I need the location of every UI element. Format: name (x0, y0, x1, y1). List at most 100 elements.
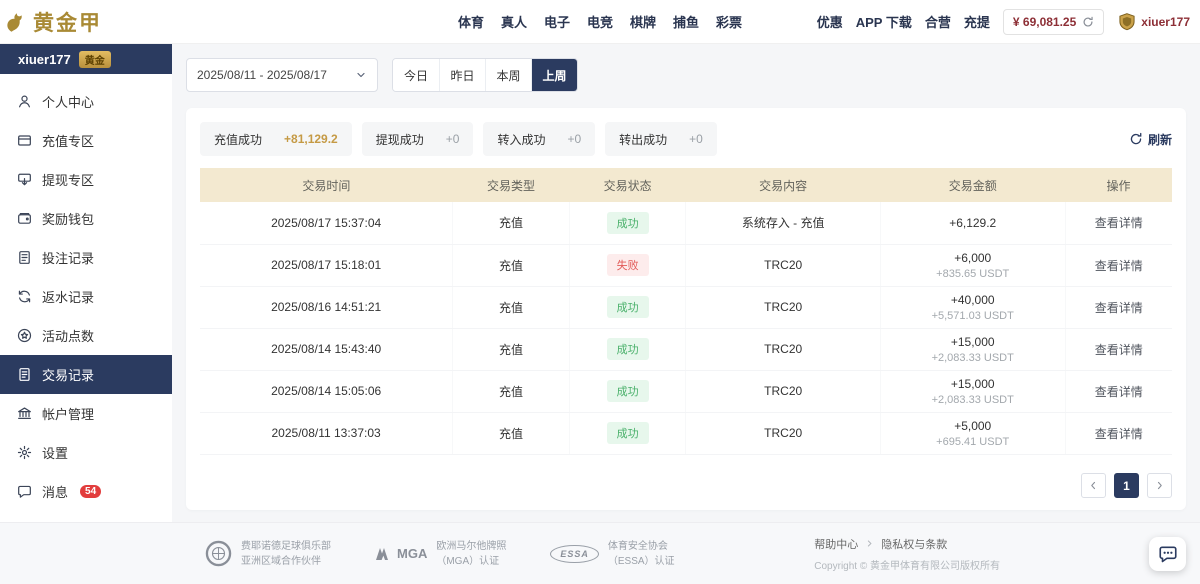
page-number-button[interactable]: 1 (1114, 473, 1139, 498)
view-details-link[interactable]: 查看详情 (1095, 259, 1143, 273)
partner-essa: ESSA 体育安全协会 （ESSA）认证 (550, 539, 674, 569)
action-cell: 查看详情 (1065, 370, 1172, 412)
sidebar-item-messages[interactable]: 消息 54 (0, 472, 172, 511)
vip-shield-icon (1117, 12, 1137, 32)
header-links: 优惠 APP 下载合营充提 (817, 12, 990, 31)
view-details-link[interactable]: 查看详情 (1095, 385, 1143, 399)
sidebar-item-label: 返水记录 (42, 287, 94, 306)
header-right: 优惠 APP 下载合营充提 ¥ 69,081.25 xiuer177 (817, 9, 1190, 35)
transactions-table: 交易时间交易类型交易状态交易内容交易金额操作 2025/08/17 15:37:… (200, 168, 1172, 455)
tab-last-week[interactable]: 上周 (531, 59, 577, 91)
transaction-status-cell: 成功 (569, 370, 686, 412)
sidebar-item-settings[interactable]: 设置 (0, 433, 172, 472)
column-header: 交易内容 (686, 168, 880, 202)
view-details-link[interactable]: 查看详情 (1095, 301, 1143, 315)
sidebar: xiuer177 黄金 个人中心充值专区提现专区奖励钱包投注记录返水记录活动点数… (0, 44, 172, 522)
rebate-icon (17, 289, 32, 304)
user-chip[interactable]: xiuer177 (1117, 12, 1190, 32)
chat-fab[interactable] (1149, 537, 1186, 571)
transaction-time: 2025/08/17 15:37:04 (200, 202, 453, 244)
tab-today[interactable]: 今日 (393, 59, 439, 91)
amount-primary: +15,000 (885, 335, 1061, 349)
refresh-icon (1129, 132, 1143, 146)
sidebar-item-deposit[interactable]: 充值专区 (0, 121, 172, 160)
balance-chip[interactable]: ¥ 69,081.25 (1003, 9, 1104, 35)
transaction-time: 2025/08/14 15:05:06 (200, 370, 453, 412)
nav-slots[interactable]: 电子 (544, 12, 570, 31)
sidebar-menu: 个人中心充值专区提现专区奖励钱包投注记录返水记录活动点数交易记录帐户管理设置消息… (0, 74, 172, 522)
view-details-link[interactable]: 查看详情 (1095, 427, 1143, 441)
summary-chip-label: 转出成功 (619, 131, 667, 148)
transaction-type: 充值 (453, 370, 570, 412)
sidebar-item-label: 设置 (42, 443, 68, 462)
unread-count-badge: 54 (80, 485, 101, 498)
transaction-content: TRC20 (686, 370, 880, 412)
transaction-status-cell: 失败 (569, 244, 686, 286)
summary-chips: 充值成功+81,129.2提现成功+0转入成功+0转出成功+0 (200, 122, 717, 156)
sidebar-item-activity-points[interactable]: 活动点数 (0, 316, 172, 355)
header-link-partnership[interactable]: 合营 (925, 12, 951, 31)
amount-usdt: +5,571.03 USDT (885, 310, 1061, 322)
chat-bubble-icon (1158, 544, 1178, 564)
prev-page-button[interactable] (1081, 473, 1106, 498)
status-badge: 成功 (607, 380, 649, 402)
header-link-promotions[interactable]: 优惠 (817, 12, 843, 31)
nav-sports[interactable]: 体育 (458, 12, 484, 31)
tab-yesterday[interactable]: 昨日 (439, 59, 485, 91)
sidebar-item-transaction-records[interactable]: 交易记录 (0, 355, 172, 394)
transaction-content: TRC20 (686, 328, 880, 370)
refresh-button[interactable]: 刷新 (1129, 131, 1172, 148)
amount-primary: +6,129.2 (885, 216, 1061, 230)
footer-chevron-icon (865, 539, 874, 548)
sidebar-item-label: 活动点数 (42, 326, 94, 345)
sidebar-item-account-management[interactable]: 帐户管理 (0, 394, 172, 433)
sidebar-item-bet-records[interactable]: 投注记录 (0, 238, 172, 277)
summary-chip-value: +0 (567, 132, 581, 146)
action-cell: 查看详情 (1065, 286, 1172, 328)
transaction-amount: +15,000+2,083.33 USDT (880, 370, 1065, 412)
nav-fishing[interactable]: 捕鱼 (673, 12, 699, 31)
sidebar-item-label: 充值专区 (42, 131, 94, 150)
transaction-type: 充值 (453, 202, 570, 244)
sidebar-item-reward-wallet[interactable]: 奖励钱包 (0, 199, 172, 238)
column-header: 操作 (1065, 168, 1172, 202)
nav-esports[interactable]: 电竞 (587, 12, 613, 31)
deposit-icon (17, 133, 32, 148)
site-name: 黄金甲 (33, 7, 102, 37)
status-badge: 成功 (607, 296, 649, 318)
nav-live[interactable]: 真人 (501, 12, 527, 31)
tab-this-week[interactable]: 本周 (485, 59, 531, 91)
sidebar-item-withdraw[interactable]: 提现专区 (0, 160, 172, 199)
privacy-terms-link[interactable]: 隐私权与条款 (881, 536, 947, 552)
filter-row: 2025/08/11 - 2025/08/17 今日昨日本周上周 (186, 58, 1186, 92)
help-center-link[interactable]: 帮助中心 (814, 536, 858, 552)
top-header: 黄金甲 体育真人电子电竞棋牌捕鱼彩票 优惠 APP 下载合营充提 ¥ 69,081… (0, 0, 1200, 44)
next-page-button[interactable] (1147, 473, 1172, 498)
transaction-type: 充值 (453, 286, 570, 328)
table-row: 2025/08/16 14:51:21充值成功TRC20+40,000+5,57… (200, 286, 1172, 328)
page: 黄金甲 体育真人电子电竞棋牌捕鱼彩票 优惠 APP 下载合营充提 ¥ 69,081… (0, 0, 1200, 584)
transaction-status-cell: 成功 (569, 412, 686, 454)
summary-chip-value: +0 (689, 132, 703, 146)
nav-lottery[interactable]: 彩票 (716, 12, 742, 31)
transaction-type: 充值 (453, 412, 570, 454)
chevron-right-icon (1154, 480, 1165, 491)
view-details-link[interactable]: 查看详情 (1095, 216, 1143, 230)
sidebar-item-label: 消息 (42, 482, 68, 501)
header-link-deposit-withdraw[interactable]: 充提 (964, 12, 990, 31)
nav-chess[interactable]: 棋牌 (630, 12, 656, 31)
refresh-label: 刷新 (1148, 131, 1172, 148)
site-logo[interactable]: 黄金甲 (4, 7, 102, 37)
header-link-app-download[interactable]: APP 下载 (856, 12, 912, 31)
transaction-status-cell: 成功 (569, 286, 686, 328)
action-cell: 查看详情 (1065, 244, 1172, 286)
amount-usdt: +2,083.33 USDT (885, 352, 1061, 364)
partner-club-name: 费耶诺德足球俱乐部 (241, 539, 331, 554)
sidebar-item-rebate-records[interactable]: 返水记录 (0, 277, 172, 316)
sidebar-item-profile[interactable]: 个人中心 (0, 82, 172, 121)
view-details-link[interactable]: 查看详情 (1095, 343, 1143, 357)
partner-mga-sub: （MGA）认证 (436, 554, 506, 569)
date-range-picker[interactable]: 2025/08/11 - 2025/08/17 (186, 58, 378, 92)
summary-chip-value: +0 (446, 132, 460, 146)
footer-partners: 费耶诺德足球俱乐部 亚洲区域合作伙伴 MGA 欧洲马尔他牌照 （MGA）认证 E… (205, 539, 675, 569)
